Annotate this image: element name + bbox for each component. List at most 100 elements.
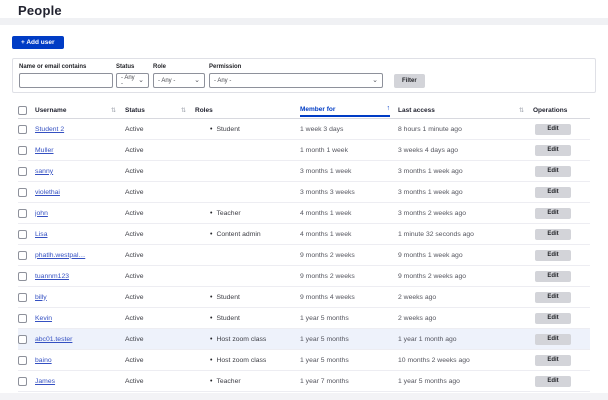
table-body: Student 2 Active • Student 1 week 3 days… (18, 119, 590, 392)
username-link[interactable]: billy (35, 294, 47, 301)
edit-button[interactable]: Edit (535, 229, 571, 240)
column-header-username[interactable]: Username ⇅ (35, 107, 125, 114)
edit-button[interactable]: Edit (535, 187, 571, 198)
chevron-down-icon: ⌄ (138, 78, 144, 83)
edit-button[interactable]: Edit (535, 355, 571, 366)
row-checkbox[interactable] (18, 188, 27, 197)
row-checkbox[interactable] (18, 377, 27, 386)
last-access-cell: 3 months 1 week ago (398, 189, 533, 196)
table-row: abc01.tester Active • Host zoom class 1 … (18, 329, 590, 350)
status-cell: Active (125, 357, 195, 364)
status-filter-label: Status (116, 64, 134, 70)
role-bullet: • (210, 210, 212, 217)
status-cell: Active (125, 378, 195, 385)
row-checkbox[interactable] (18, 167, 27, 176)
row-checkbox[interactable] (18, 314, 27, 323)
username-link[interactable]: phatlh.westpal… (35, 252, 85, 259)
permission-filter-select[interactable]: - Any - ⌄ (209, 73, 383, 88)
username-link[interactable]: sanny (35, 168, 53, 175)
edit-button[interactable]: Edit (535, 145, 571, 156)
member-for-cell: 9 months 2 weeks (300, 252, 398, 259)
roles-cell: • Host zoom class (195, 357, 300, 364)
table-header-row: Username ⇅ Status ⇅ Roles Member for ↑ L… (18, 102, 590, 119)
status-cell: Active (125, 294, 195, 301)
row-checkbox[interactable] (18, 209, 27, 218)
select-all-checkbox[interactable] (18, 106, 27, 115)
role-filter-select[interactable]: - Any - ⌄ (153, 73, 205, 88)
username-link[interactable]: Muller (35, 147, 54, 154)
username-link[interactable]: Lisa (35, 231, 47, 238)
username-link[interactable]: violethai (35, 189, 60, 196)
username-link[interactable]: abc01.tester (35, 336, 72, 343)
last-access-cell: 10 months 2 weeks ago (398, 357, 533, 364)
sort-icon: ⇅ (519, 107, 524, 114)
status-cell: Active (125, 231, 195, 238)
username-link[interactable]: baino (35, 357, 52, 364)
role-bullet: • (210, 231, 212, 238)
status-filter-select[interactable]: - Any - ⌄ (116, 73, 149, 88)
username-link[interactable]: Kevin (35, 315, 52, 322)
sort-icon: ⇅ (111, 107, 116, 114)
last-access-cell: 1 year 1 month ago (398, 336, 533, 343)
username-link[interactable]: tuannm123 (35, 273, 69, 280)
table-row: baino Active • Host zoom class 1 year 5 … (18, 350, 590, 371)
member-for-cell: 4 months 1 week (300, 231, 398, 238)
last-access-cell: 1 minute 32 seconds ago (398, 231, 533, 238)
table-row: James Active • Teacher 1 year 7 months 1… (18, 371, 590, 392)
edit-button[interactable]: Edit (535, 292, 571, 303)
row-checkbox[interactable] (18, 251, 27, 260)
edit-button[interactable]: Edit (535, 271, 571, 282)
row-checkbox[interactable] (18, 335, 27, 344)
edit-button[interactable]: Edit (535, 208, 571, 219)
edit-button[interactable]: Edit (535, 124, 571, 135)
table-row: Kevin Active • Student 1 year 5 months 2… (18, 308, 590, 329)
status-cell: Active (125, 147, 195, 154)
column-header-status[interactable]: Status ⇅ (125, 107, 195, 114)
edit-button[interactable]: Edit (535, 250, 571, 261)
last-access-cell: 9 months 1 week ago (398, 252, 533, 259)
filter-button[interactable]: Filter (394, 74, 425, 88)
member-for-cell: 1 week 3 days (300, 126, 398, 133)
column-header-roles: Roles (195, 107, 300, 114)
username-link[interactable]: James (35, 378, 55, 385)
roles-cell: • Student (195, 126, 300, 133)
username-link[interactable]: john (35, 210, 48, 217)
column-header-member-for[interactable]: Member for ↑ (300, 103, 398, 117)
roles-cell: • Student (195, 294, 300, 301)
roles-cell: • Host zoom class (195, 336, 300, 343)
permission-filter-value: - Any - (214, 78, 231, 84)
member-for-cell: 4 months 1 week (300, 210, 398, 217)
column-header-last-access[interactable]: Last access ⇅ (398, 107, 533, 114)
username-link[interactable]: Student 2 (35, 126, 64, 133)
name-filter-input[interactable] (19, 73, 113, 88)
sort-asc-arrow-icon: ↑ (387, 106, 391, 112)
member-for-cell: 3 months 3 weeks (300, 189, 398, 196)
permission-filter-label: Permission (209, 64, 241, 70)
last-access-cell: 9 months 2 weeks ago (398, 273, 533, 280)
edit-button[interactable]: Edit (535, 313, 571, 324)
member-for-cell: 1 year 5 months (300, 336, 398, 343)
member-for-cell: 1 month 1 week (300, 147, 398, 154)
last-access-cell: 8 hours 1 minute ago (398, 126, 533, 133)
roles-cell: • Teacher (195, 210, 300, 217)
table-row: john Active • Teacher 4 months 1 week 3 … (18, 203, 590, 224)
row-checkbox[interactable] (18, 272, 27, 281)
row-checkbox[interactable] (18, 146, 27, 155)
row-checkbox[interactable] (18, 293, 27, 302)
table-row: Muller Active • 1 month 1 week 3 weeks 4… (18, 140, 590, 161)
row-checkbox[interactable] (18, 356, 27, 365)
row-checkbox[interactable] (18, 125, 27, 134)
status-filter-value: - Any - (121, 75, 135, 87)
last-access-cell: 3 months 1 week ago (398, 168, 533, 175)
edit-button[interactable]: Edit (535, 376, 571, 387)
add-user-button[interactable]: + Add user (12, 36, 64, 49)
chevron-down-icon: ⌄ (194, 78, 200, 83)
people-admin-page: People + Add user Name or email contains… (0, 0, 608, 400)
status-cell: Active (125, 168, 195, 175)
page-bottom-background (0, 393, 608, 400)
table-row: sanny Active • 3 months 1 week 3 months … (18, 161, 590, 182)
table-row: billy Active • Student 9 months 4 weeks … (18, 287, 590, 308)
row-checkbox[interactable] (18, 230, 27, 239)
edit-button[interactable]: Edit (535, 166, 571, 177)
edit-button[interactable]: Edit (535, 334, 571, 345)
